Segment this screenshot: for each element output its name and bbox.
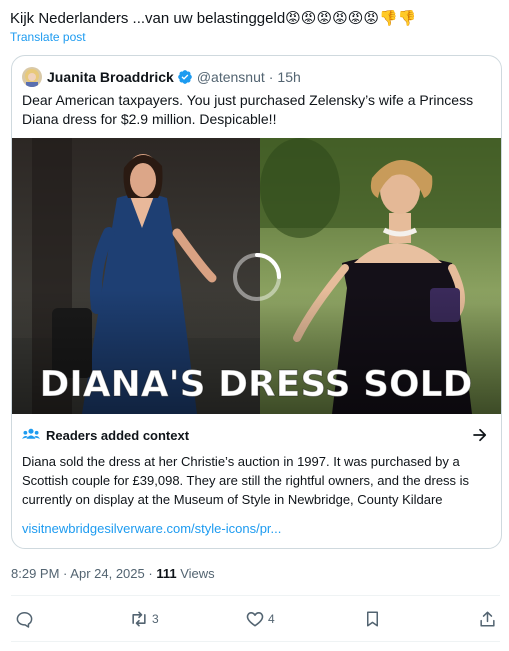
avatar[interactable]	[22, 67, 42, 87]
quoted-author-name[interactable]: Juanita Broaddrick	[47, 69, 174, 85]
like-count: 4	[268, 612, 275, 626]
context-header: Readers added context	[22, 426, 189, 444]
post-text: Kijk Nederlanders ...van uw belastinggel…	[10, 9, 416, 29]
meta-separator: ·	[63, 566, 68, 581]
repost-icon	[132, 611, 146, 627]
verified-badge-icon	[177, 69, 193, 85]
quoted-media-image[interactable]: DIANA'S DRESS SOLD	[12, 138, 501, 414]
thumbs-down-emoji: 👎	[397, 10, 417, 27]
angry-face-emoji: 😡	[300, 10, 317, 27]
action-bar: 3 4	[11, 607, 500, 631]
reply-button[interactable]	[15, 607, 37, 631]
quoted-time[interactable]: 15h	[277, 69, 300, 85]
views-count: 111	[156, 566, 177, 581]
like-button[interactable]: 4	[245, 607, 275, 631]
repost-button[interactable]: 3	[129, 607, 159, 631]
readers-context-panel: Readers added context Diana sold the dre…	[12, 414, 501, 548]
image-overlay-caption: DIANA'S DRESS SOLD	[40, 364, 473, 405]
angry-face-emoji: 😡	[347, 10, 364, 27]
quoted-post-header: Juanita Broaddrick @atensnut · 15h	[22, 67, 301, 87]
like-icon	[246, 612, 264, 627]
views-label: Views	[180, 566, 215, 581]
post-date[interactable]: Apr 24, 2025	[70, 566, 144, 581]
post-time[interactable]: 8:29 PM	[11, 566, 59, 581]
quoted-post-text: Dear American taxpayers. You just purcha…	[22, 92, 474, 127]
readers-context-icon	[22, 428, 40, 439]
angry-face-emoji: 😡	[332, 10, 348, 27]
meta-separator: ·	[148, 566, 153, 581]
angry-face-emoji: 😡	[363, 10, 379, 27]
thumbs-down-emoji: 👎	[379, 10, 398, 27]
post-emojis: 😡😡😡😡😡😡👎👎	[285, 10, 416, 27]
angry-face-emoji: 😡	[316, 10, 333, 27]
share-button[interactable]	[478, 607, 497, 631]
share-icon	[480, 611, 495, 627]
header-separator: ·	[268, 69, 274, 85]
context-text: Diana sold the dress at her Christie’s a…	[22, 454, 470, 507]
quoted-post-card[interactable]: Juanita Broaddrick @atensnut · 15h Dear …	[11, 55, 502, 549]
context-title: Readers added context	[46, 427, 190, 443]
arrow-right-icon[interactable]	[471, 426, 489, 444]
context-source-link[interactable]: visitnewbridgesilverware.com/style-icons…	[22, 521, 281, 536]
quoted-handle[interactable]: @atensnut	[197, 69, 265, 85]
bookmark-icon	[366, 611, 379, 627]
post-meta: 8:29 PM · Apr 24, 2025 · 111 Views	[11, 566, 215, 581]
reply-icon	[16, 611, 33, 628]
translate-post-link[interactable]: Translate post	[10, 30, 86, 44]
post-text-body: Kijk Nederlanders ...van uw belastinggel…	[10, 10, 286, 27]
divider	[11, 595, 500, 596]
repost-count: 3	[152, 612, 159, 626]
bookmark-button[interactable]	[363, 607, 382, 631]
divider	[11, 641, 500, 642]
angry-face-emoji: 😡	[285, 10, 301, 27]
